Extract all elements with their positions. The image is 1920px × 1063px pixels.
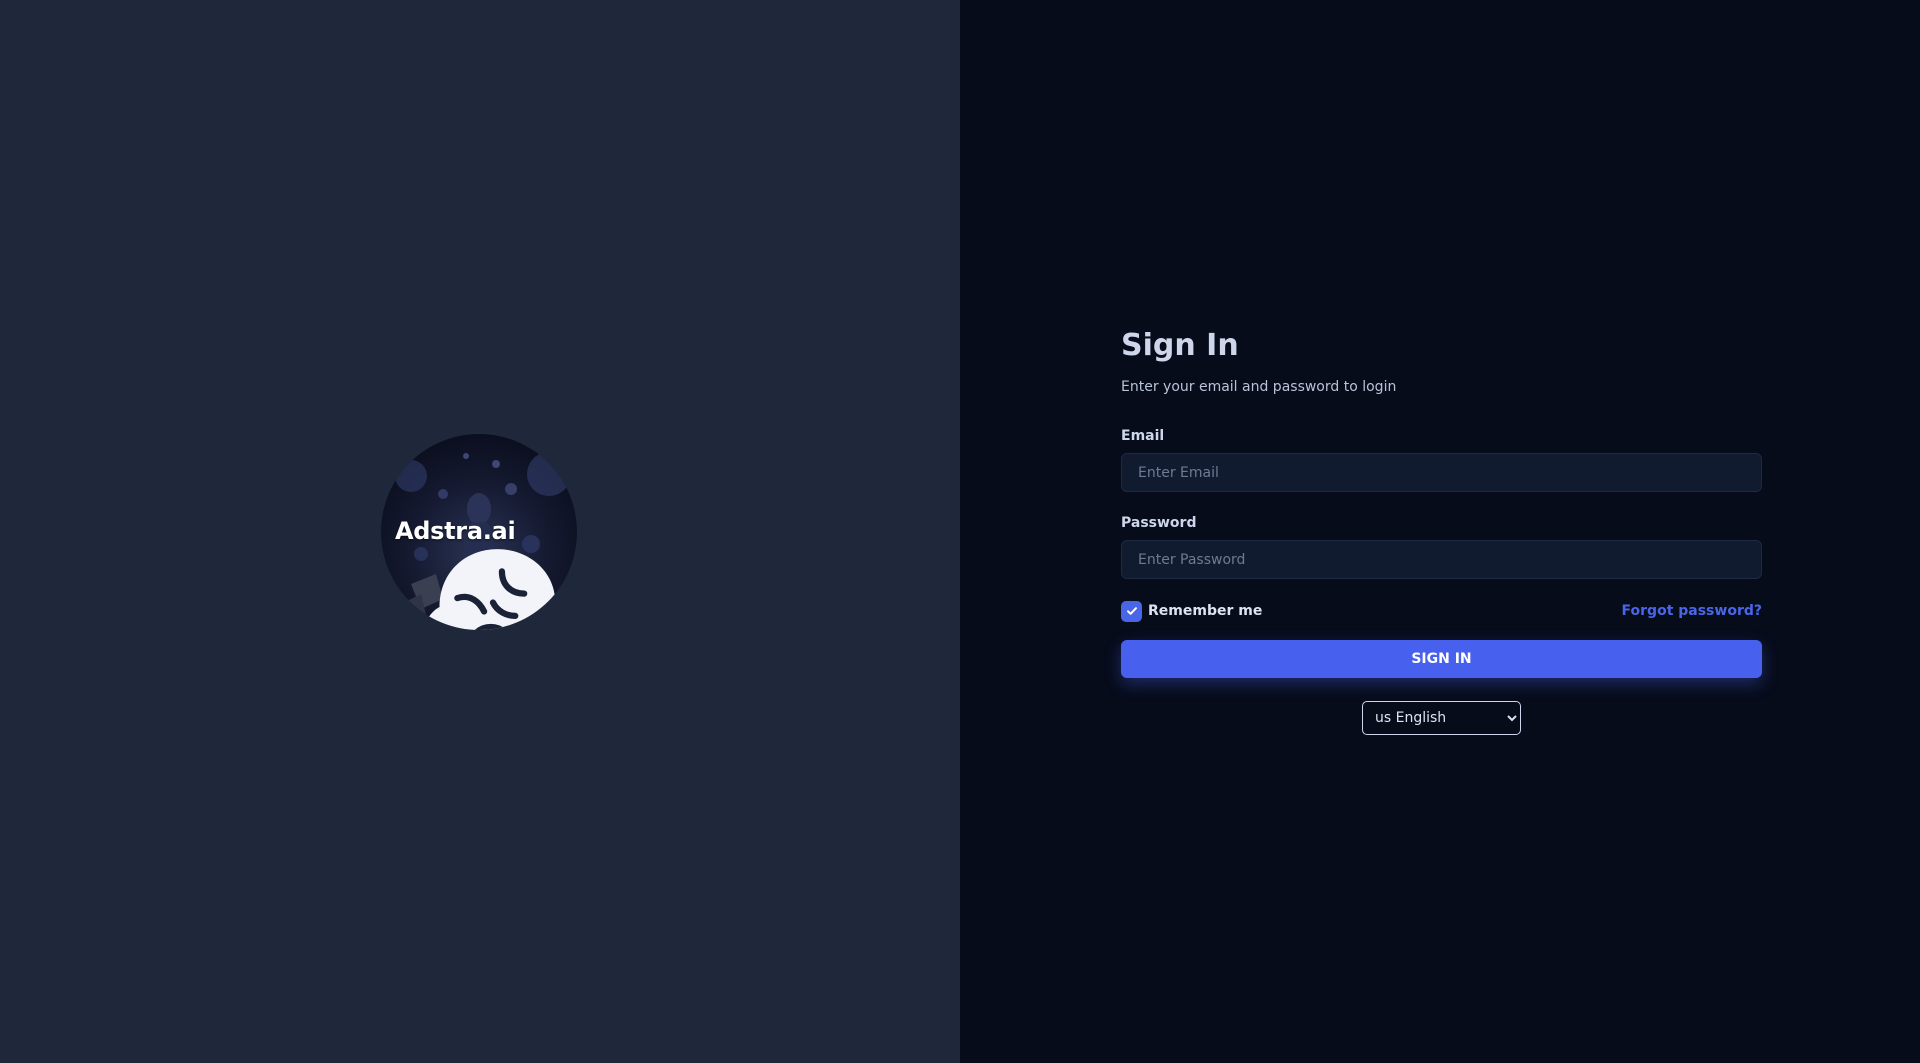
page-title: Sign In — [1121, 328, 1239, 363]
email-label: Email — [1121, 428, 1165, 444]
signin-button[interactable]: SIGN IN — [1121, 640, 1762, 678]
remember-label: Remember me — [1148, 603, 1263, 619]
checkmark-icon — [1126, 607, 1137, 615]
brain-icon — [422, 549, 577, 630]
password-field[interactable] — [1121, 540, 1762, 579]
signin-panel: Sign In Enter your email and password to… — [960, 0, 1920, 1063]
brand-panel: Adstra.ai — [0, 0, 960, 1063]
language-select[interactable]: us English — [1362, 701, 1521, 735]
email-field[interactable] — [1121, 453, 1762, 492]
logo-lockup: Adstra.ai — [395, 509, 577, 630]
page-subtitle: Enter your email and password to login — [1121, 379, 1397, 395]
logo-image: Adstra.ai — [381, 434, 577, 630]
remember-me[interactable]: Remember me — [1121, 600, 1263, 622]
signin-form: Sign In Enter your email and password to… — [1121, 326, 1762, 735]
language-selector-wrap: us English — [1121, 701, 1762, 735]
form-options: Remember me Forgot password? — [1121, 599, 1762, 623]
forgot-password-link[interactable]: Forgot password? — [1622, 603, 1762, 619]
remember-checkbox[interactable] — [1121, 600, 1142, 622]
password-label: Password — [1121, 515, 1197, 531]
